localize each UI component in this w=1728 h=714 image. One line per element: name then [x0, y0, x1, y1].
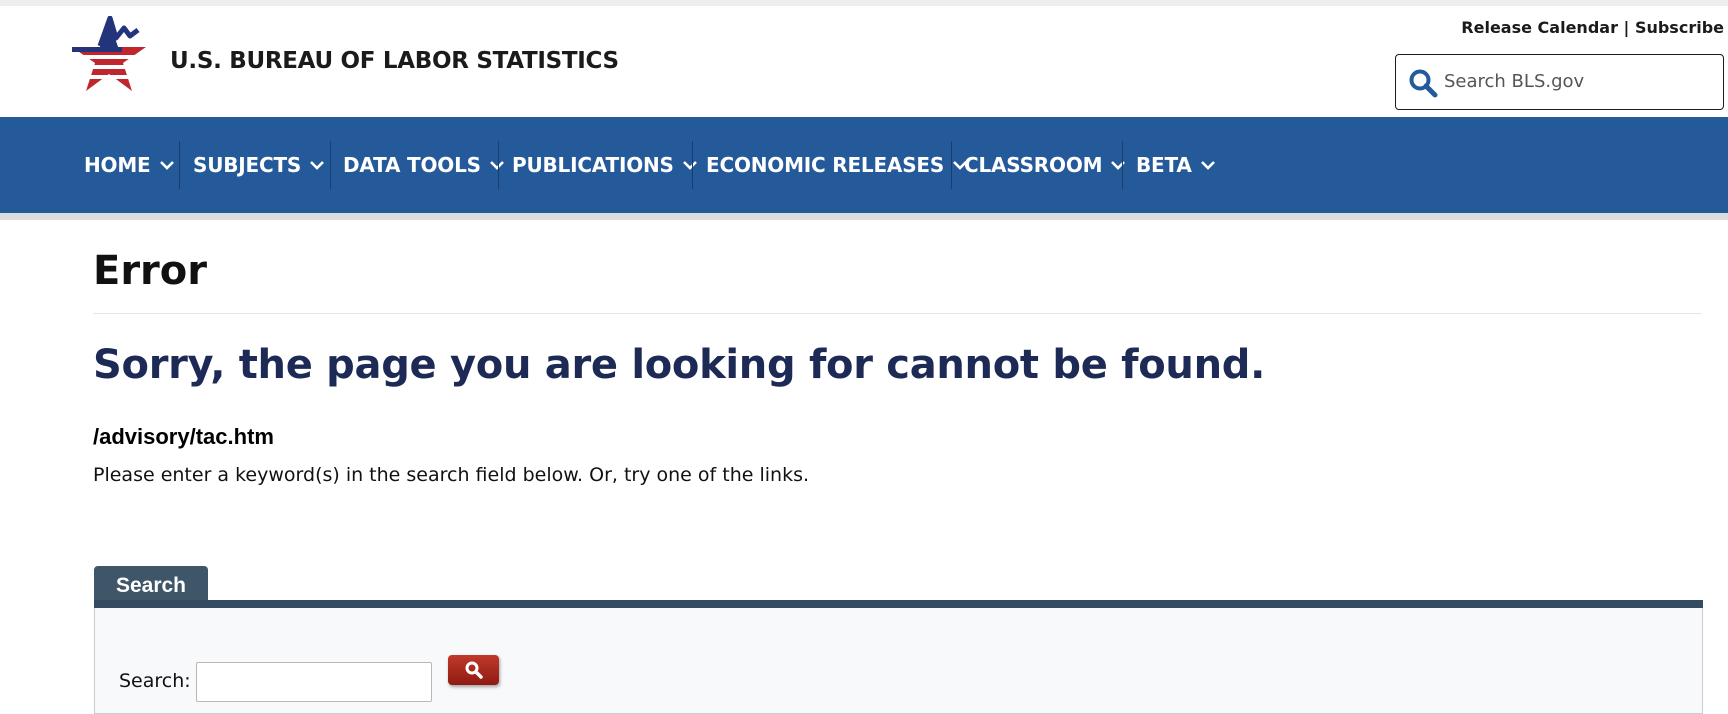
utility-links: Release Calendar | Subscribe [1461, 18, 1724, 37]
chevron-down-icon [1200, 161, 1215, 170]
nav-label: PUBLICATIONS [512, 153, 674, 177]
error-instructions: Please enter a keyword(s) in the search … [93, 464, 810, 486]
release-calendar-link[interactable]: Release Calendar [1461, 18, 1618, 37]
search-submit-button[interactable] [448, 655, 499, 685]
title-divider [93, 313, 1702, 314]
nav-item-home[interactable]: HOME [84, 141, 175, 189]
chevron-down-icon [1111, 161, 1126, 170]
search-placeholder: Search BLS.gov [1444, 71, 1585, 92]
page-title: Error [93, 248, 207, 294]
main-nav: HOME SUBJECTS DATA TOOLS PUBLICATIONS EC… [0, 117, 1728, 213]
nav-item-subjects[interactable]: SUBJECTS [193, 141, 325, 189]
nav-separator [692, 141, 693, 189]
search-label: Search: [119, 670, 191, 692]
requested-path: /advisory/tac.htm [93, 424, 274, 449]
nav-separator [179, 141, 180, 189]
magnifier-icon [465, 661, 483, 679]
nav-bottom-border [0, 213, 1728, 220]
subscribe-link[interactable]: Subscribe [1635, 18, 1724, 37]
chevron-down-icon [310, 161, 325, 170]
tab-search[interactable]: Search [94, 566, 208, 602]
search-icon[interactable] [1408, 68, 1438, 98]
site-search-input[interactable]: Search BLS.gov [1395, 54, 1724, 110]
chevron-down-icon [682, 161, 697, 170]
nav-separator [951, 141, 952, 189]
nav-item-economic-releases[interactable]: ECONOMIC RELEASES [706, 141, 968, 189]
nav-label: SUBJECTS [193, 153, 302, 177]
nav-separator [498, 141, 499, 189]
nav-item-classroom[interactable]: CLASSROOM [964, 141, 1126, 189]
nav-label: DATA TOOLS [343, 153, 481, 177]
search-panel: Search: [94, 608, 1703, 714]
nav-label: HOME [84, 153, 151, 177]
nav-separator [330, 141, 331, 189]
nav-item-data-tools[interactable]: DATA TOOLS [343, 141, 505, 189]
nav-label: CLASSROOM [964, 153, 1103, 177]
nav-item-publications[interactable]: PUBLICATIONS [512, 141, 698, 189]
agency-name[interactable]: U.S. BUREAU OF LABOR STATISTICS [170, 48, 619, 74]
nav-item-beta[interactable]: BETA [1136, 141, 1216, 189]
site-header: U.S. BUREAU OF LABOR STATISTICS Release … [0, 6, 1728, 117]
nav-label: BETA [1136, 153, 1192, 177]
search-field[interactable] [196, 662, 432, 702]
error-heading: Sorry, the page you are looking for cann… [93, 342, 1266, 388]
chevron-down-icon [489, 161, 504, 170]
chevron-down-icon [159, 161, 174, 170]
tab-bar [94, 600, 1703, 608]
utility-separator: | [1617, 18, 1635, 37]
nav-separator [1122, 141, 1123, 189]
nav-label: ECONOMIC RELEASES [706, 153, 945, 177]
bls-logo[interactable] [72, 16, 146, 106]
